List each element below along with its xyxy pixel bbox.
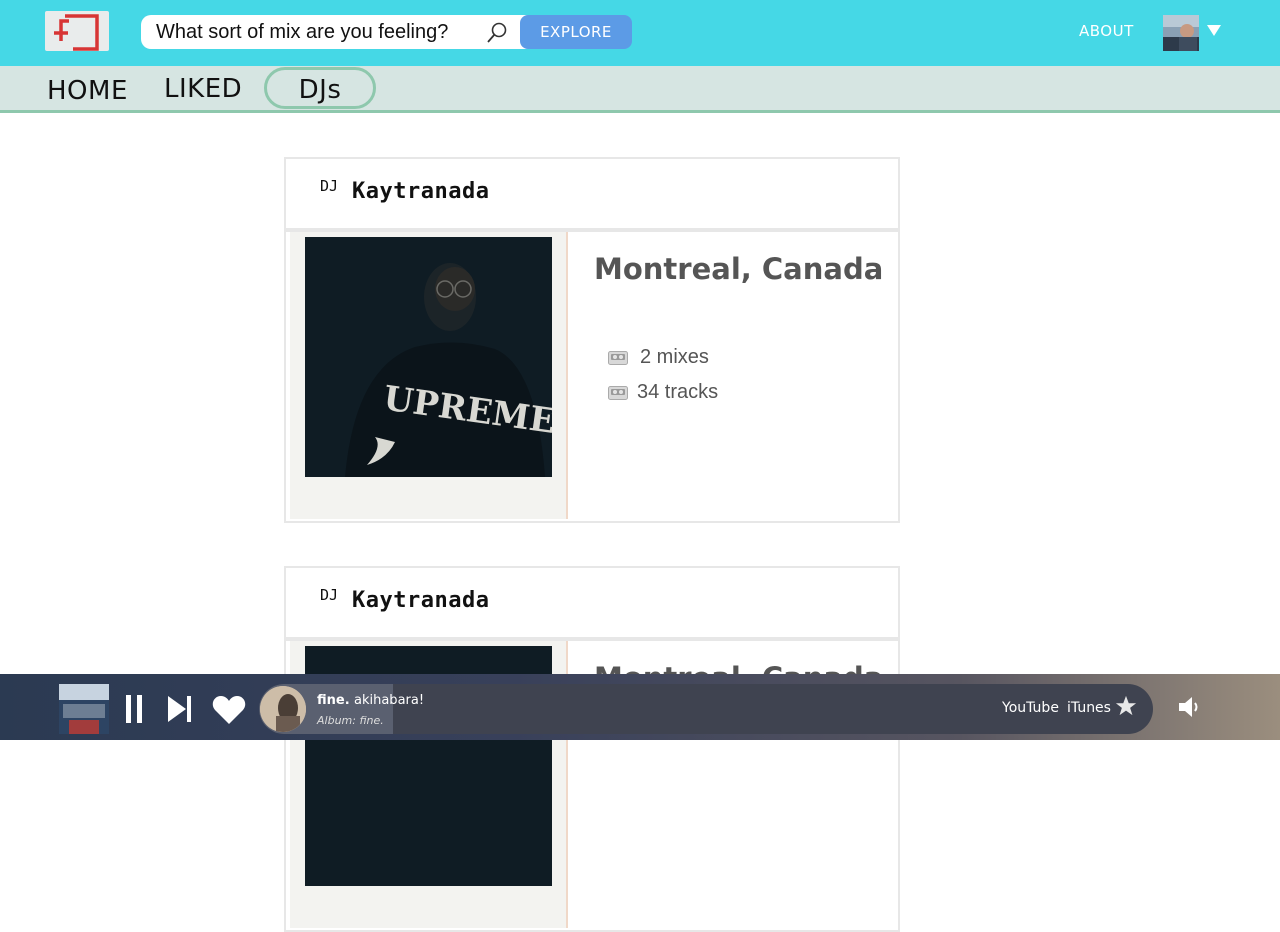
youtube-link[interactable]: YouTube: [1002, 700, 1059, 716]
dj-name[interactable]: Kaytranada: [352, 588, 489, 613]
dj-card-body: UPREME Montreal, Canada 2 mixes 34 track…: [284, 230, 900, 523]
track-album-art: [260, 686, 306, 732]
explore-button[interactable]: EXPLORE: [520, 15, 632, 49]
main-nav: HOME LIKED DJs: [0, 66, 1280, 113]
music-player: fine. akihabara! Album: fine. YouTube iT…: [0, 674, 1280, 740]
nav-home[interactable]: HOME: [47, 76, 128, 106]
dj-location: Montreal, Canada: [594, 252, 884, 286]
user-avatar[interactable]: [1163, 15, 1199, 51]
next-track-icon[interactable]: [168, 696, 192, 722]
search-input[interactable]: [141, 15, 481, 49]
track-info-bar[interactable]: fine. akihabara! Album: fine. YouTube iT…: [259, 684, 1153, 734]
cassette-icon: [608, 385, 628, 400]
dj-mixes-count: 2 mixes: [640, 346, 709, 368]
cassette-icon: [608, 350, 628, 365]
top-header: EXPLORE ABOUT: [0, 0, 1280, 66]
dj-mixes-stat: 2 mixes: [608, 346, 709, 369]
search-icon[interactable]: [485, 21, 509, 45]
user-menu-caret-icon[interactable]: [1207, 25, 1221, 36]
dj-photo-frame: UPREME: [290, 232, 568, 519]
dj-tag: DJ: [320, 177, 339, 195]
nav-djs[interactable]: DJs: [264, 67, 376, 109]
dj-tracks-stat: 34 tracks: [608, 381, 718, 404]
pause-icon[interactable]: [125, 695, 143, 723]
track-album: Album: fine.: [317, 714, 384, 727]
heart-icon[interactable]: [212, 695, 246, 725]
track-title: fine.: [317, 693, 350, 708]
volume-icon[interactable]: [1177, 695, 1203, 719]
about-link[interactable]: ABOUT: [1079, 22, 1134, 40]
dj-name[interactable]: Kaytranada: [352, 179, 489, 204]
itunes-link[interactable]: iTunes: [1067, 700, 1111, 716]
now-playing-thumbnail[interactable]: [59, 684, 109, 734]
dj-tag: DJ: [320, 586, 339, 604]
dj-card-header[interactable]: DJ Kaytranada: [284, 157, 900, 230]
dj-card-header[interactable]: DJ Kaytranada: [284, 566, 900, 639]
dj-photo[interactable]: UPREME: [305, 237, 552, 477]
app-logo[interactable]: [45, 11, 109, 51]
dj-tracks-count: 34 tracks: [637, 381, 719, 403]
track-artist: akihabara!: [354, 693, 425, 708]
search-box: [141, 15, 531, 49]
star-icon[interactable]: [1115, 695, 1137, 717]
nav-liked[interactable]: LIKED: [164, 74, 242, 104]
